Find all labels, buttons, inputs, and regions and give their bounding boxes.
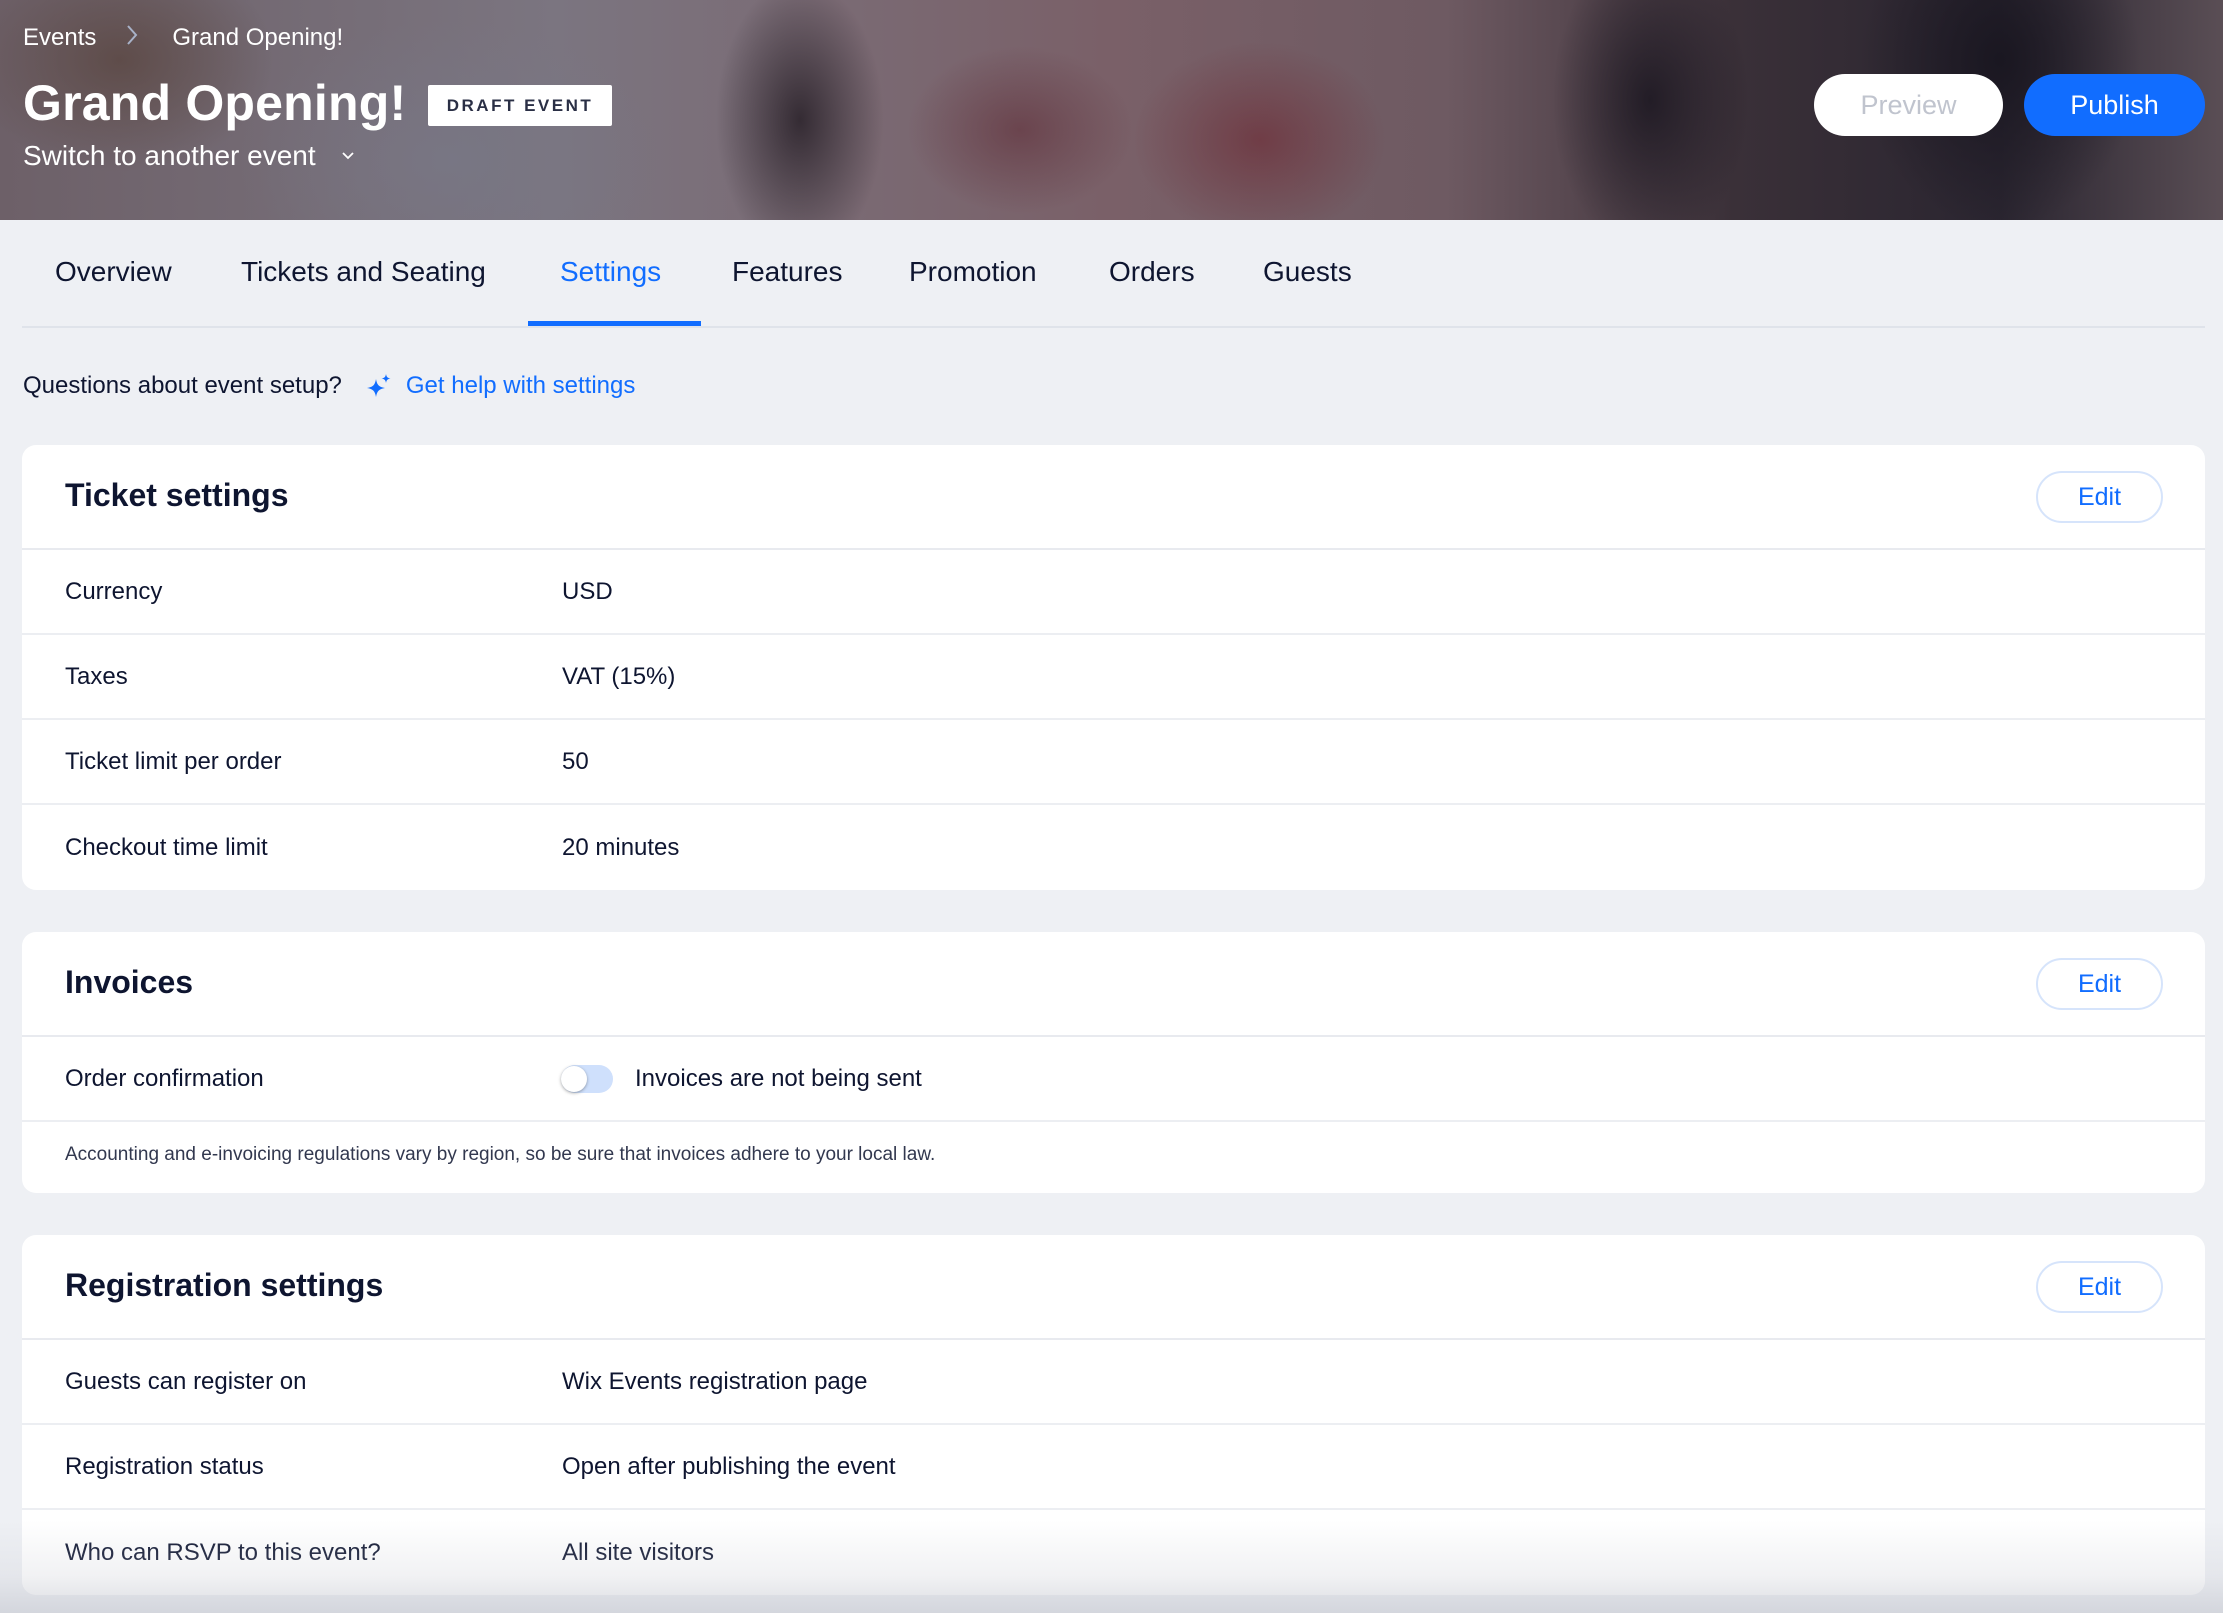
- invoices-title: Invoices: [65, 964, 194, 1000]
- page-title: Grand Opening!: [23, 75, 407, 131]
- invoices-card: Invoices Edit Order confirmation Invoice…: [22, 932, 2205, 1193]
- row-value: Invoices are not being sent: [561, 1064, 922, 1093]
- preview-button[interactable]: Preview: [1814, 74, 2003, 136]
- invoices-header: Invoices Edit: [22, 932, 2205, 1037]
- table-row: Ticket limit per order 50: [22, 720, 2205, 805]
- row-value: Wix Events registration page: [562, 1367, 868, 1395]
- tab-overview[interactable]: Overview: [55, 256, 172, 288]
- publish-button[interactable]: Publish: [2024, 74, 2205, 136]
- row-value: VAT (15%): [562, 662, 676, 690]
- tab-promotion[interactable]: Promotion: [909, 256, 1037, 288]
- row-label: Guests can register on: [65, 1367, 307, 1395]
- tab-features[interactable]: Features: [732, 256, 843, 288]
- registration-settings-card: Registration settings Edit Guests can re…: [22, 1235, 2205, 1595]
- ticket-settings-title: Ticket settings: [65, 477, 289, 513]
- tab-tickets-and-seating[interactable]: Tickets and Seating: [241, 256, 486, 288]
- switch-event-label: Switch to another event: [23, 140, 316, 171]
- event-header-banner: Events Grand Opening! Grand Opening! DRA…: [0, 0, 2223, 220]
- row-label: Who can RSVP to this event?: [65, 1538, 381, 1566]
- help-row: Questions about event setup? Get help wi…: [23, 372, 635, 400]
- switch-event-dropdown[interactable]: Switch to another event: [23, 140, 356, 172]
- table-row: Taxes VAT (15%): [22, 635, 2205, 720]
- active-tab-indicator: [528, 321, 701, 326]
- breadcrumb-events-link[interactable]: Events: [23, 24, 96, 52]
- row-value: 20 minutes: [562, 833, 680, 861]
- tab-settings[interactable]: Settings: [560, 256, 661, 288]
- invoices-note: Accounting and e-invoicing regulations v…: [22, 1122, 2205, 1190]
- row-label: Currency: [65, 577, 163, 605]
- row-value: 50: [562, 747, 589, 775]
- tab-guests[interactable]: Guests: [1263, 256, 1352, 288]
- breadcrumb-current: Grand Opening!: [172, 23, 344, 51]
- toggle-knob: [561, 1065, 587, 1092]
- chevron-right-icon: [126, 22, 138, 53]
- breadcrumb: Events Grand Opening!: [23, 22, 343, 53]
- invoices-note-text: Accounting and e-invoicing regulations v…: [65, 1144, 936, 1165]
- registration-settings-title: Registration settings: [65, 1267, 384, 1303]
- registration-settings-header: Registration settings Edit: [22, 1235, 2205, 1340]
- chevron-down-icon: [341, 152, 354, 160]
- help-question: Questions about event setup?: [23, 372, 342, 399]
- ticket-settings-card: Ticket settings Edit Currency USD Taxes …: [22, 445, 2205, 890]
- get-help-link[interactable]: Get help with settings: [366, 372, 635, 400]
- table-row: Who can RSVP to this event? All site vis…: [22, 1510, 2205, 1595]
- row-label: Checkout time limit: [65, 833, 268, 861]
- row-value: All site visitors: [562, 1538, 715, 1566]
- table-row: Guests can register on Wix Events regist…: [22, 1340, 2205, 1425]
- ticket-settings-edit-button[interactable]: Edit: [2036, 471, 2163, 523]
- row-value: Open after publishing the event: [562, 1452, 896, 1480]
- status-badge: DRAFT EVENT: [428, 85, 612, 126]
- row-value: USD: [562, 577, 613, 605]
- ticket-settings-header: Ticket settings Edit: [22, 445, 2205, 550]
- registration-settings-edit-button[interactable]: Edit: [2036, 1261, 2163, 1313]
- row-label: Taxes: [65, 662, 128, 690]
- table-row: Checkout time limit 20 minutes: [22, 805, 2205, 890]
- order-confirmation-row: Order confirmation Invoices are not bein…: [22, 1037, 2205, 1122]
- toggle-status-text: Invoices are not being sent: [635, 1064, 922, 1092]
- get-help-label: Get help with settings: [405, 372, 636, 399]
- row-label: Order confirmation: [65, 1064, 264, 1092]
- table-row: Currency USD: [22, 550, 2205, 635]
- invoice-toggle[interactable]: [561, 1064, 613, 1093]
- invoices-edit-button[interactable]: Edit: [2036, 958, 2163, 1010]
- row-label: Ticket limit per order: [65, 747, 282, 775]
- tab-orders[interactable]: Orders: [1109, 256, 1195, 288]
- table-row: Registration status Open after publishin…: [22, 1425, 2205, 1510]
- row-label: Registration status: [65, 1452, 264, 1480]
- sparkle-icon: [366, 374, 391, 397]
- tab-bar: Overview Tickets and Seating Settings Fe…: [22, 220, 2205, 328]
